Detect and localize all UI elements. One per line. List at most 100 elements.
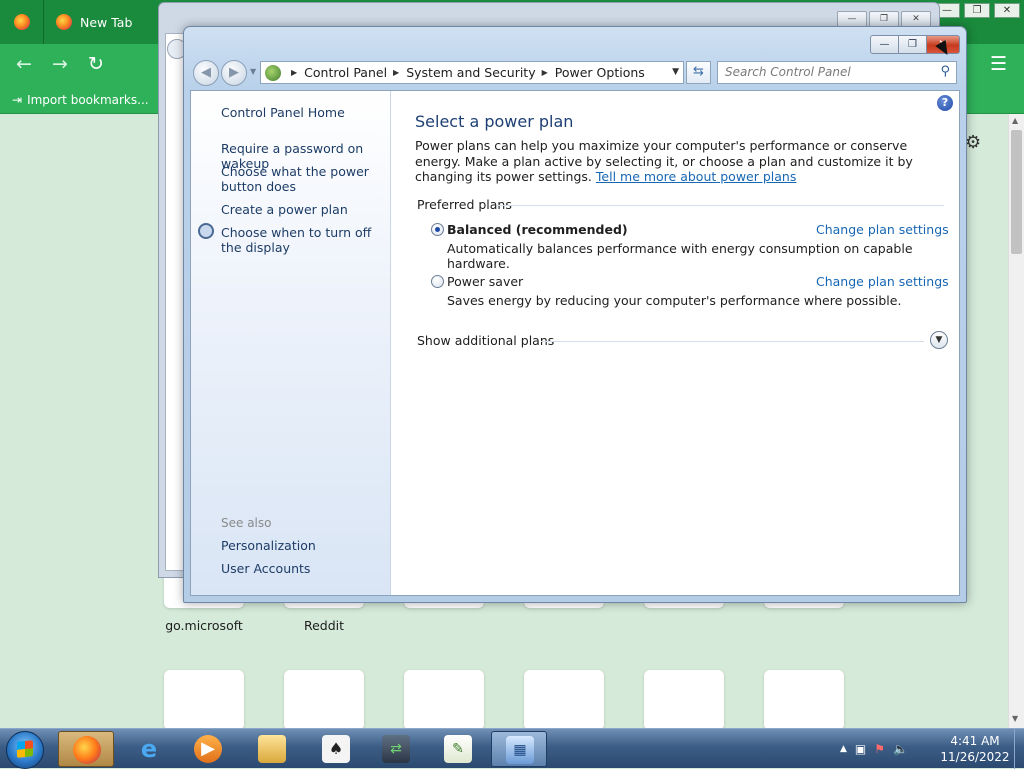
power-plan-panel: ? Select a power plan Power plans can he… [392, 91, 959, 595]
balanced-change-settings-link[interactable]: Change plan settings [816, 222, 949, 237]
balanced-plan-name[interactable]: Balanced (recommended) [447, 222, 628, 237]
taskbar-internet-explorer-button[interactable]: e [121, 731, 177, 767]
balanced-plan-radio[interactable] [431, 223, 444, 236]
forward-arrow-icon[interactable]: → [52, 54, 68, 74]
background-maximize-button[interactable]: ❐ [869, 11, 899, 27]
system-tray: ▲ ▣ ⚑ 🔈 [840, 729, 908, 769]
shortcut-tile[interactable] [284, 670, 364, 730]
help-icon[interactable]: ? [937, 95, 953, 111]
browser-tab-new-tab[interactable]: New Tab [44, 0, 172, 44]
network-icon: ⇄ [382, 735, 410, 763]
recent-pages-dropdown-icon[interactable]: ▼ [250, 67, 256, 76]
start-button[interactable] [6, 731, 44, 769]
taskbar-control-panel-button[interactable]: ▦ [491, 731, 547, 767]
menu-icon[interactable]: ☰ [990, 54, 1007, 74]
page-title: Select a power plan [415, 112, 574, 131]
show-additional-plans-label[interactable]: Show additional plans [417, 333, 554, 348]
browser-close-button[interactable]: ✕ [994, 3, 1020, 18]
search-input[interactable]: Search Control Panel ⚲ [717, 61, 957, 84]
taskbar-network-button[interactable]: ⇄ [368, 731, 424, 767]
clock-time: 4:41 AM [950, 734, 1000, 748]
breadcrumb-control-panel[interactable]: Control Panel [304, 65, 387, 80]
action-center-flag-icon[interactable]: ⚑ [874, 742, 885, 756]
shortcut-tile[interactable] [404, 670, 484, 730]
breadcrumb-system-and-security[interactable]: System and Security [406, 65, 535, 80]
taskbar-explorer-button[interactable] [244, 731, 300, 767]
scroll-down-icon[interactable]: ▼ [1012, 714, 1018, 723]
back-arrow-icon: ◀ [201, 65, 211, 80]
power-button-link[interactable]: Choose what the power button does [221, 164, 389, 194]
minimize-button[interactable]: — [870, 35, 898, 54]
personalization-link[interactable]: Personalization [221, 538, 316, 553]
browser-tab-pinned[interactable] [0, 0, 44, 44]
tasks-sidebar: Control Panel Home Require a password on… [191, 91, 391, 595]
browser-tab-label: New Tab [80, 14, 133, 30]
shortcut-tile[interactable] [644, 670, 724, 730]
balanced-plan-description: Automatically balances performance with … [447, 241, 913, 271]
shortcut-label-go-microsoft[interactable]: go.microsoft [144, 618, 264, 633]
power-saver-plan-description: Saves energy by reducing your computer's… [447, 293, 902, 308]
folder-icon [258, 735, 286, 763]
display-clock-icon [198, 223, 214, 239]
taskbar-firefox-button[interactable] [58, 731, 114, 767]
create-power-plan-link[interactable]: Create a power plan [221, 202, 348, 217]
address-bar[interactable]: ▶ Control Panel ▶ System and Security ▶ … [260, 61, 684, 84]
breadcrumb-arrow-icon[interactable]: ▶ [291, 68, 297, 77]
media-player-icon: ▶ [194, 735, 222, 763]
taskbar: e ▶ ♠ ⇄ ✎ ▦ ▲ ▣ ⚑ 🔈 4:41 AM 11/26/2022 [0, 728, 1024, 769]
divider [497, 205, 944, 206]
back-button[interactable]: ◀ [193, 60, 219, 86]
shortcut-tile[interactable] [764, 670, 844, 730]
firefox-icon [56, 14, 72, 30]
control-panel-content: Control Panel Home Require a password on… [190, 90, 960, 596]
back-arrow-icon[interactable]: ← [16, 54, 32, 74]
control-panel-home-link[interactable]: Control Panel Home [221, 105, 345, 120]
breadcrumb-power-options[interactable]: Power Options [555, 65, 645, 80]
forward-arrow-icon: ▶ [229, 65, 239, 80]
forward-button[interactable]: ▶ [221, 60, 247, 86]
import-bookmarks-link[interactable]: Import bookmarks... [27, 93, 149, 107]
breadcrumb-arrow-icon[interactable]: ▶ [542, 68, 548, 77]
taskbar-solitaire-button[interactable]: ♠ [308, 731, 364, 767]
power-saver-plan-name[interactable]: Power saver [447, 274, 523, 289]
control-panel-icon [265, 64, 281, 81]
scroll-up-icon[interactable]: ▲ [1012, 116, 1018, 125]
browser-restore-button[interactable]: ❐ [964, 3, 990, 18]
firefox-icon [73, 736, 101, 764]
shortcut-tile[interactable] [164, 670, 244, 730]
background-close-button[interactable]: ✕ [901, 11, 931, 27]
volume-icon[interactable]: 🔈 [893, 742, 908, 756]
power-saver-plan-radio[interactable] [431, 275, 444, 288]
show-desktop-button[interactable] [1014, 729, 1024, 769]
radio-selected-dot [435, 227, 440, 232]
card-game-icon: ♠ [322, 735, 350, 763]
background-minimize-button[interactable]: — [837, 11, 867, 27]
shortcut-tile[interactable] [524, 670, 604, 730]
user-accounts-link[interactable]: User Accounts [221, 561, 310, 576]
taskbar-media-player-button[interactable]: ▶ [180, 731, 236, 767]
notepad-plus-icon: ✎ [444, 735, 472, 763]
taskbar-notepad-button[interactable]: ✎ [430, 731, 486, 767]
breadcrumb-arrow-icon[interactable]: ▶ [393, 68, 399, 77]
turn-off-display-link[interactable]: Choose when to turn off the display [221, 225, 381, 255]
import-bookmarks-icon: ⇥ [12, 92, 23, 107]
refresh-button[interactable]: ⇆ [686, 61, 711, 84]
network-status-icon[interactable]: ▣ [855, 742, 866, 756]
background-window-controls: — ❐ ✕ [837, 11, 931, 27]
maximize-button[interactable]: ❐ [898, 35, 926, 54]
reload-icon[interactable]: ↻ [88, 54, 104, 74]
power-saver-change-settings-link[interactable]: Change plan settings [816, 274, 949, 289]
settings-gear-icon[interactable]: ⚙ [965, 132, 981, 153]
control-panel-window: — ❐ ✕ ◀ ▶ ▼ ▶ Control Panel ▶ System and… [183, 26, 967, 603]
expand-chevron-icon[interactable]: ▼ [930, 331, 948, 349]
windows-logo-icon [17, 740, 33, 758]
divider [541, 341, 924, 342]
search-icon[interactable]: ⚲ [940, 64, 950, 79]
system-clock[interactable]: 4:41 AM 11/26/2022 [940, 733, 1010, 765]
tell-me-more-link[interactable]: Tell me more about power plans [596, 169, 796, 184]
show-hidden-icons-icon[interactable]: ▲ [840, 744, 847, 754]
shortcut-label-reddit[interactable]: Reddit [264, 618, 384, 633]
address-dropdown-icon[interactable]: ▼ [672, 67, 679, 77]
browser-scrollbar[interactable]: ▲ ▼ [1008, 114, 1024, 728]
scrollbar-thumb[interactable] [1011, 130, 1022, 254]
